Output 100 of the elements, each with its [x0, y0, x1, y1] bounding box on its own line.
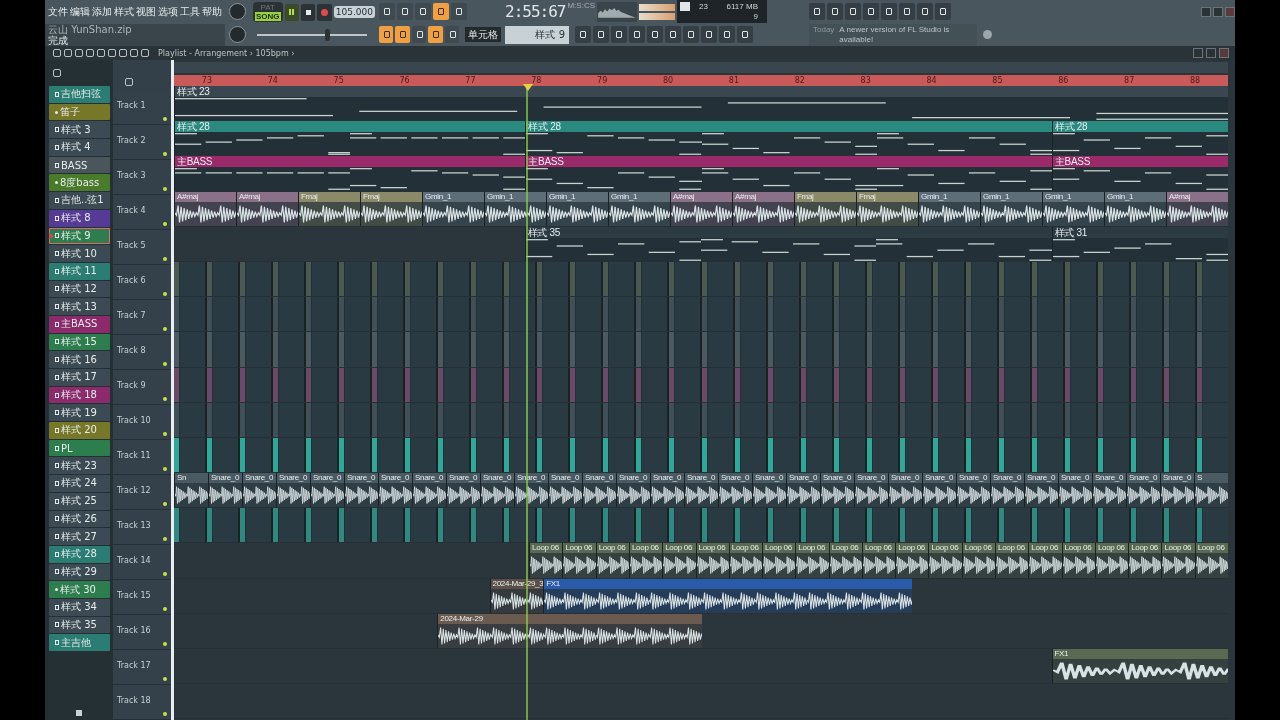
- menu-item[interactable]: 添加: [92, 5, 112, 19]
- playlist-clip[interactable]: Loop 06: [795, 543, 829, 578]
- playlist-clip[interactable]: Snare_0: [956, 473, 990, 508]
- pattern-item[interactable]: 样式 4: [49, 139, 110, 156]
- menu-item[interactable]: 文件: [48, 5, 68, 19]
- pattern-item[interactable]: 笛子: [49, 103, 110, 121]
- playlist-clip[interactable]: Snare_0: [378, 473, 412, 508]
- mute-led-icon[interactable]: [163, 291, 167, 296]
- pattern-item[interactable]: 样式 13: [49, 298, 110, 315]
- maximize-button[interactable]: [1213, 6, 1223, 17]
- playlist-clip[interactable]: [543, 613, 597, 648]
- playlist-clip[interactable]: Loop 06: [1061, 543, 1095, 578]
- volume-knob[interactable]: [229, 3, 246, 20]
- playlist-clip[interactable]: Snare_0: [1024, 473, 1058, 508]
- playlist-clip[interactable]: Snare_0: [412, 473, 446, 508]
- playlist-clip[interactable]: S: [1194, 473, 1228, 508]
- playlist-clip[interactable]: Snare_0: [480, 473, 514, 508]
- playlist-clip[interactable]: Snare_0: [650, 473, 684, 508]
- pattern-item[interactable]: 样式 10: [49, 245, 110, 262]
- playlist-clip[interactable]: [701, 578, 755, 613]
- playlist-clip[interactable]: Gmin_1: [1104, 191, 1166, 226]
- playlist-clip[interactable]: Loop 06: [1128, 543, 1162, 578]
- playlist-clip[interactable]: 样式 23: [174, 86, 1228, 121]
- playlist-clip[interactable]: Loop 06: [861, 543, 896, 578]
- playlist-clip[interactable]: Gmin_1: [608, 191, 670, 226]
- playlist-clip[interactable]: [876, 156, 1052, 191]
- playlist-clip[interactable]: Gmin_1: [980, 191, 1042, 226]
- playlist-clip[interactable]: Snare_0: [820, 473, 854, 508]
- playlist-clip[interactable]: Snare_0: [786, 473, 820, 508]
- playlist-clip[interactable]: Snare_0: [990, 473, 1024, 508]
- mute-led-icon[interactable]: [163, 326, 167, 331]
- playlist-clip[interactable]: Snare_0: [208, 473, 242, 508]
- playlist-clip[interactable]: [876, 226, 1052, 261]
- playlist-clip[interactable]: [648, 613, 702, 648]
- menu-item[interactable]: 编辑: [70, 5, 90, 19]
- pattern-clips-drawing[interactable]: [174, 332, 1228, 367]
- playlist-clip[interactable]: 样式 28: [525, 121, 702, 156]
- playlist-clip[interactable]: Snare_0: [1126, 473, 1160, 508]
- playlist-clip[interactable]: A#maj: [236, 191, 298, 226]
- playlist-clip[interactable]: Snare_0: [922, 473, 956, 508]
- playlist-clip[interactable]: Snare_0: [548, 473, 582, 508]
- play-button[interactable]: [284, 3, 299, 21]
- playlist-clip[interactable]: 主BASS: [1051, 156, 1229, 191]
- playlist-clip[interactable]: Snare_0: [1092, 473, 1126, 508]
- playlist-clip[interactable]: Loop 06: [1094, 543, 1129, 578]
- playlist-clip[interactable]: Loop 06: [895, 543, 929, 578]
- stop-button[interactable]: [300, 3, 316, 21]
- pattern-item[interactable]: 样式 23: [49, 457, 110, 475]
- playlist-clip[interactable]: Loop 06: [529, 543, 563, 578]
- playlist-clip[interactable]: Snare_0: [888, 473, 922, 508]
- playlist-clip[interactable]: A#maj: [1166, 191, 1228, 226]
- playlist-clip[interactable]: A#maj: [670, 191, 732, 226]
- mute-led-icon[interactable]: [163, 572, 167, 577]
- pattern-item[interactable]: 样式 16: [49, 351, 110, 368]
- pattern-item[interactable]: 样式 28: [49, 545, 110, 563]
- playlist-clip[interactable]: 主BASS: [174, 156, 351, 191]
- mute-led-icon[interactable]: [163, 256, 167, 261]
- playlist-clip[interactable]: Snare_0: [276, 473, 310, 508]
- playlist-clip[interactable]: 样式 28: [1051, 121, 1229, 156]
- playlist-clip[interactable]: Snare_0: [616, 473, 650, 508]
- mute-led-icon[interactable]: [163, 502, 167, 506]
- pattern-clips-drawing[interactable]: [174, 508, 1228, 543]
- playlist-clip[interactable]: Loop 06: [728, 543, 763, 578]
- playlist-clip[interactable]: Loop 06: [695, 543, 729, 578]
- mute-led-icon[interactable]: [163, 712, 167, 717]
- playlist-clip[interactable]: [596, 578, 650, 613]
- pattern-item[interactable]: 样式 26: [49, 510, 110, 528]
- pattern-item[interactable]: 样式 17: [49, 369, 110, 386]
- playlist-clip[interactable]: Loop 06: [628, 543, 663, 578]
- playlist-clip[interactable]: Snare_0: [242, 473, 276, 508]
- pattern-item[interactable]: 样式 19: [49, 404, 110, 422]
- overview-scrollbar[interactable]: [174, 62, 1228, 73]
- playlist-clip[interactable]: [350, 156, 526, 191]
- timeline-ruler[interactable]: 73 74 75 76 77 78 79 80 81 82 83 84 85 86 87 88: [174, 75, 1228, 86]
- mute-led-icon[interactable]: [163, 361, 167, 366]
- pattern-clips-drawing[interactable]: [174, 402, 1228, 437]
- playlist-clip[interactable]: Snare_0: [514, 473, 548, 508]
- playlist-clip[interactable]: FX1: [543, 578, 597, 613]
- pattern-item[interactable]: BASS: [49, 156, 110, 174]
- playlist-clip[interactable]: Loop 06: [961, 543, 996, 578]
- pattern-item[interactable]: 样式 11: [49, 262, 110, 280]
- pattern-item[interactable]: 吉他..弦1: [49, 192, 110, 209]
- playlist-clip[interactable]: Snare_0: [310, 473, 344, 508]
- pattern-item[interactable]: 样式 8: [49, 209, 110, 227]
- mute-led-icon[interactable]: [163, 116, 167, 121]
- pattern-clips-drawing[interactable]: [174, 297, 1228, 332]
- playlist-clip[interactable]: Loop 06: [1028, 543, 1062, 578]
- slider-thumb[interactable]: [325, 29, 331, 41]
- playlist-clip[interactable]: 样式 35: [524, 226, 701, 261]
- tempo-display[interactable]: 105.000: [333, 6, 375, 18]
- pattern-item[interactable]: 样式 9: [49, 227, 110, 245]
- pattern-item[interactable]: 主BASS: [49, 315, 110, 333]
- pattern-item[interactable]: 样式 29: [49, 563, 110, 581]
- mute-led-icon[interactable]: [163, 186, 167, 191]
- playlist-clip[interactable]: 2024-Mar-29_3: [489, 578, 544, 613]
- playlist-clip[interactable]: FX1: [1051, 649, 1228, 684]
- playlist-clip[interactable]: Loop 06: [662, 543, 696, 578]
- maximize-button[interactable]: [1206, 48, 1216, 58]
- pattern-item[interactable]: 样式 18: [49, 386, 110, 404]
- playlist-clip[interactable]: [859, 578, 913, 613]
